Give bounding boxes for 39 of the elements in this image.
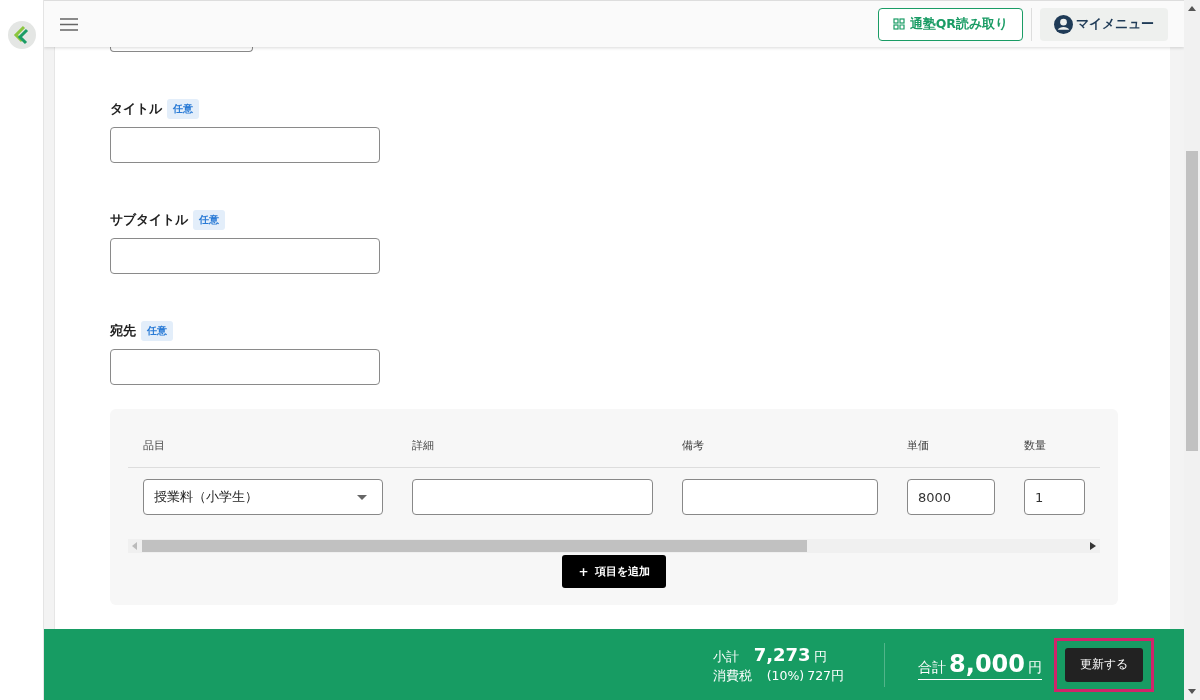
- qr-icon: [892, 18, 905, 30]
- tax-label: 消費税: [712, 668, 752, 685]
- input-field[interactable]: [412, 479, 653, 515]
- field-label: タイトル: [110, 100, 162, 118]
- scroll-up-icon[interactable]: [1188, 6, 1196, 11]
- user-icon: [1054, 14, 1073, 34]
- menu-icon[interactable]: [60, 17, 78, 31]
- horizontal-scrollbar[interactable]: [128, 539, 1100, 553]
- optional-badge: 任意: [141, 321, 173, 341]
- optional-badge: 任意: [167, 99, 199, 119]
- tax-value: 727円: [807, 668, 845, 685]
- caret-icon: [357, 494, 367, 500]
- scroll-down-icon[interactable]: [1188, 689, 1196, 694]
- input-field[interactable]: 1: [1024, 479, 1085, 515]
- input-field[interactable]: 8000: [907, 479, 995, 515]
- subtotal-label: 小計: [712, 649, 739, 666]
- field-label: サブタイトル: [110, 211, 188, 229]
- field-label: 宛先: [110, 322, 136, 340]
- total-amount: 合計 8,000 円: [918, 649, 1042, 680]
- input-field[interactable]: [682, 479, 878, 515]
- column-header: 品目: [143, 439, 166, 453]
- column-header: 詳細: [412, 439, 435, 453]
- logo-icon[interactable]: [6, 20, 37, 50]
- column-header: 数量: [1024, 439, 1047, 453]
- qr-scan-button[interactable]: 通塾QR読み取り: [877, 7, 1023, 41]
- input-field[interactable]: [110, 349, 380, 385]
- input-field[interactable]: [110, 238, 380, 274]
- input-field[interactable]: [110, 127, 380, 163]
- column-header: 単価: [907, 439, 930, 453]
- subtotal-value: 7,273: [753, 644, 811, 665]
- optional-badge: 任意: [193, 210, 225, 230]
- tax-rate: (10%): [766, 668, 805, 683]
- add-item-button[interactable]: + 項目を追加: [562, 555, 666, 588]
- update-button[interactable]: 更新する: [1065, 647, 1143, 682]
- item-select[interactable]: 授業料（小学生）: [143, 479, 383, 515]
- currency-unit: 円: [813, 649, 827, 666]
- column-header: 備考: [682, 439, 705, 453]
- scroll-right-icon[interactable]: [1090, 542, 1096, 550]
- my-menu-button[interactable]: マイメニュー: [1040, 7, 1168, 41]
